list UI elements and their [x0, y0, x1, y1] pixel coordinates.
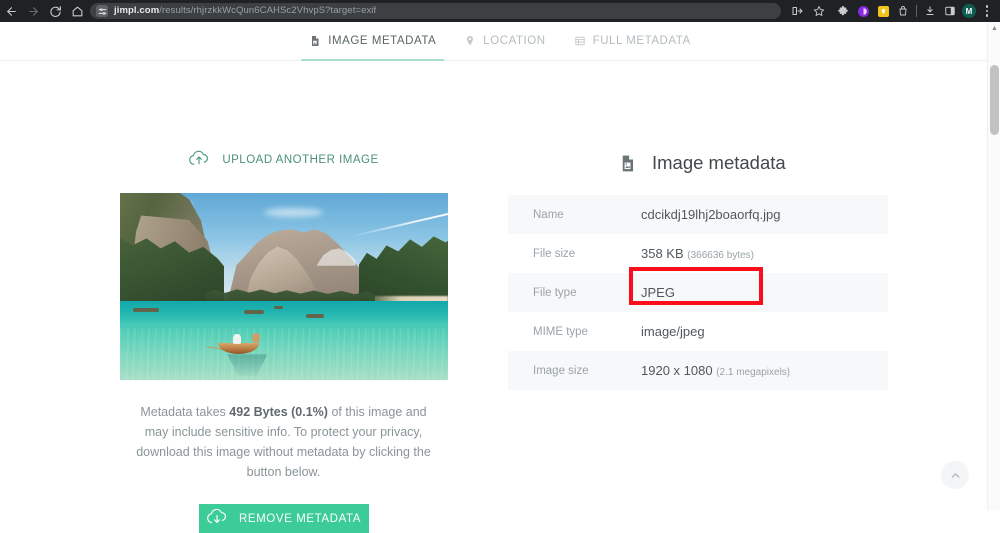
extension-bag-icon[interactable] — [893, 1, 913, 21]
table-list-icon — [574, 35, 586, 47]
image-preview[interactable] — [119, 193, 448, 380]
remove-metadata-button[interactable]: REMOVE METADATA — [198, 504, 369, 533]
tab-label: IMAGE METADATA — [328, 35, 437, 47]
lake-photo — [119, 193, 448, 380]
tune-sliders-icon[interactable] — [96, 5, 108, 17]
row-value-main: JPEG — [641, 285, 675, 300]
metadata-table: Name cdcikdj19lhj2boaorfq.jpg File size … — [508, 195, 888, 390]
extension-yellow-square-icon[interactable] — [873, 1, 893, 21]
scroll-to-top-button[interactable] — [941, 461, 969, 489]
share-this-tab-icon[interactable] — [787, 1, 807, 21]
address-bar[interactable]: jimpl.com/results/rhjrzkkWcQun6CAHSc2Vhv… — [90, 3, 781, 19]
extension-puzzle-icon[interactable] — [833, 1, 853, 21]
panel-header: Image metadata — [508, 152, 888, 174]
upload-another-label: UPLOAD ANOTHER IMAGE — [222, 154, 379, 166]
note-bold-value: 492 Bytes (0.1%) — [229, 405, 328, 419]
tab-label: LOCATION — [483, 35, 546, 47]
table-row: Name cdcikdj19lhj2boaorfq.jpg — [508, 195, 888, 234]
row-value-main: 358 KB — [641, 246, 684, 261]
cloud-download-icon — [206, 508, 228, 529]
page-title: Image metadata — [652, 152, 786, 173]
toolbar-divider — [916, 5, 917, 17]
row-value-sub: (2.1 megapixels) — [716, 367, 791, 378]
page-scrollbar[interactable]: ▲ — [987, 22, 1000, 511]
row-key: Image size — [533, 364, 589, 377]
side-panel-icon[interactable] — [940, 1, 960, 21]
row-value: JPEG — [641, 285, 675, 300]
row-value-main: 1920 x 1080 — [641, 363, 713, 378]
tab-image-metadata[interactable]: IMAGE METADATA — [295, 22, 450, 61]
chevron-up-icon — [951, 472, 959, 478]
omnibox-actions — [787, 1, 829, 21]
row-value: 358 KB (366636 bytes) — [641, 246, 754, 261]
row-value-sub: (366636 bytes) — [687, 250, 754, 261]
row-key: MIME type — [533, 325, 588, 338]
scrollbar-thumb[interactable] — [990, 65, 999, 135]
row-key: Name — [533, 208, 564, 221]
row-value: 1920 x 1080 (2.1 megapixels) — [641, 363, 790, 378]
remove-metadata-label: REMOVE METADATA — [238, 512, 362, 525]
table-row: MIME type image/jpeg — [508, 312, 888, 351]
row-value: cdcikdj19lhj2boaorfq.jpg — [641, 207, 780, 222]
extension-purple-circle-icon[interactable] — [853, 1, 873, 21]
forward-arrow-icon[interactable] — [22, 0, 44, 22]
metadata-panel: Image metadata Name cdcikdj19lhj2boaorfq… — [508, 61, 888, 390]
bookmark-star-icon[interactable] — [809, 1, 829, 21]
page-content: IMAGE METADATA LOCATION FULL METADATA UP… — [0, 22, 1000, 533]
tab-full-metadata[interactable]: FULL METADATA — [560, 22, 705, 61]
map-pin-icon — [464, 35, 476, 47]
table-row: Image size 1920 x 1080 (2.1 megapixels) — [508, 351, 888, 390]
url-host: jimpl.com — [114, 5, 160, 16]
tab-label: FULL METADATA — [592, 35, 691, 47]
row-value-main: cdcikdj19lhj2boaorfq.jpg — [641, 207, 781, 222]
main-content: UPLOAD ANOTHER IMAGE Metadata takes 492 … — [0, 61, 1000, 533]
note-prefix: Metadata takes — [140, 405, 230, 419]
row-key: File type — [533, 286, 577, 299]
row-key: File size — [533, 247, 576, 260]
table-row: File type JPEG — [508, 273, 888, 312]
upload-another-image-button[interactable]: UPLOAD ANOTHER IMAGE — [188, 150, 378, 170]
metadata-note: Metadata takes 492 Bytes (0.1%) of this … — [134, 402, 434, 482]
image-preview-column: UPLOAD ANOTHER IMAGE Metadata takes 492 … — [56, 61, 511, 533]
document-image-icon — [309, 35, 321, 47]
table-row: File size 358 KB (366636 bytes) — [508, 234, 888, 273]
download-icon[interactable] — [920, 1, 940, 21]
back-arrow-icon[interactable] — [0, 0, 22, 22]
document-image-icon — [618, 154, 637, 173]
url-path: /results/rhjrzkkWcQun6CAHSc2VhvpS?target… — [159, 5, 377, 16]
tab-location[interactable]: LOCATION — [450, 22, 559, 61]
cloud-upload-icon — [188, 150, 210, 170]
url-text: jimpl.com/results/rhjrzkkWcQun6CAHSc2Vhv… — [114, 3, 376, 19]
three-dot-menu-icon[interactable] — [978, 1, 996, 21]
row-value: image/jpeg — [641, 324, 705, 339]
scroll-up-arrow-icon[interactable]: ▲ — [988, 23, 1000, 34]
browser-toolbar: jimpl.com/results/rhjrzkkWcQun6CAHSc2Vhv… — [0, 0, 1000, 22]
metadata-tab-bar: IMAGE METADATA LOCATION FULL METADATA — [0, 22, 1000, 61]
home-icon[interactable] — [66, 0, 88, 22]
row-value-main: image/jpeg — [641, 324, 705, 339]
avatar[interactable]: M — [962, 4, 976, 18]
reload-icon[interactable] — [44, 0, 66, 22]
